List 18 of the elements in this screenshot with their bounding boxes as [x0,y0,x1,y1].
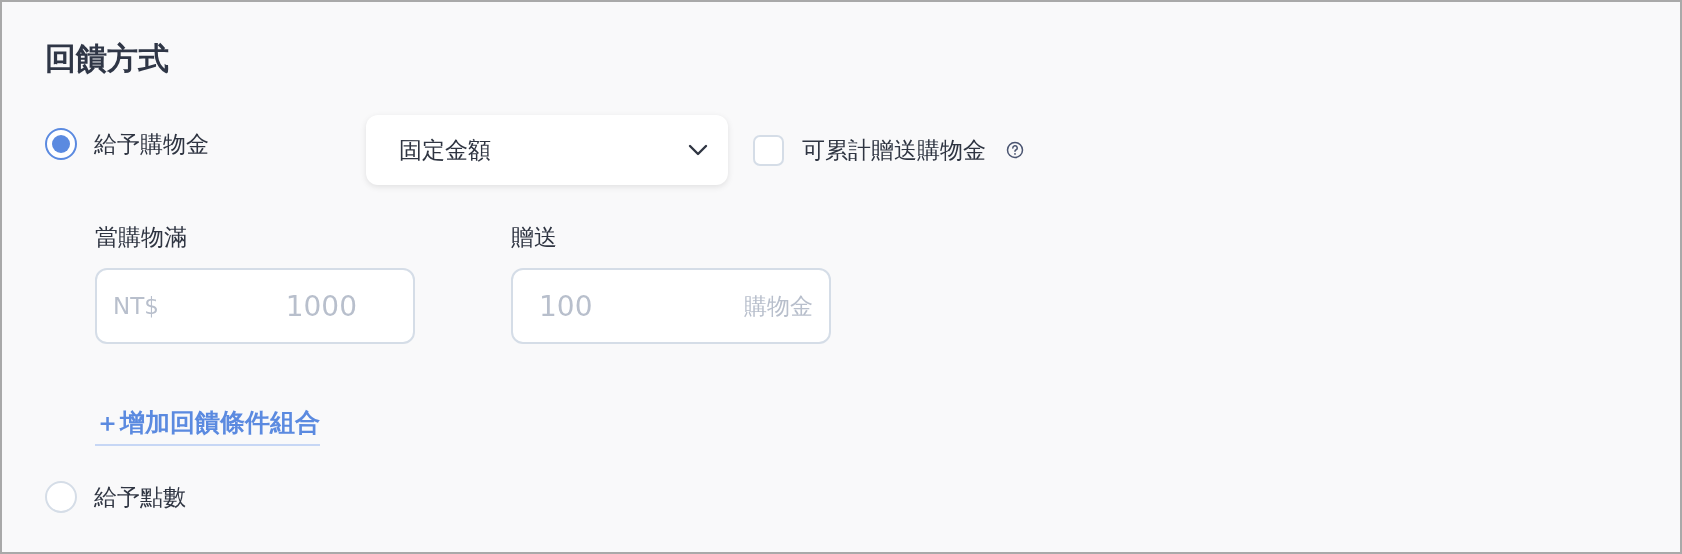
checkbox[interactable] [753,134,784,166]
currency-prefix: NT$ [113,293,159,319]
field-label: 贈送 [511,223,558,252]
radio-label: 給予購物金 [94,129,209,159]
input-box[interactable]: 1000 [158,289,397,323]
radio-label: 給予點數 [94,482,186,512]
unit-suffix: 購物金 [744,291,813,321]
chevron-down-icon [688,144,708,156]
checkbox-label: 可累計贈送購物金 [802,135,986,165]
add-condition-link[interactable]: ＋增加回饋條件組合 [95,406,320,446]
input-field[interactable]: NT$ 1000 [95,268,415,344]
field-label: 當購物滿 [95,223,188,252]
section-title: 回饋方式 [45,39,170,78]
input-box[interactable]: 100 [529,289,744,323]
help-icon[interactable] [1006,141,1024,159]
amount-type-dropdown[interactable]: 固定金額 [366,115,728,185]
input-field[interactable]: 100 購物金 [511,268,831,344]
radio-button[interactable] [45,128,77,160]
